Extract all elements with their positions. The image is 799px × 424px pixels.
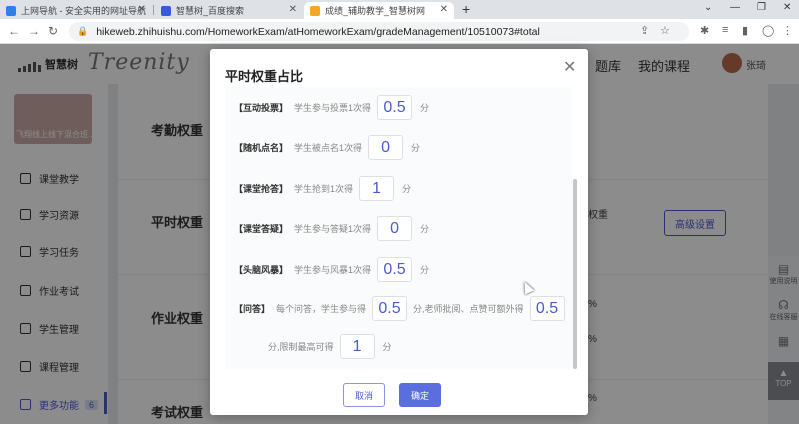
close-window-icon[interactable]: ✕	[783, 2, 791, 13]
tab-title: 智慧树_百度搜索	[176, 6, 245, 16]
minimize-icon[interactable]: —	[730, 2, 740, 13]
qa-participate-score-input[interactable]: 0.5	[372, 296, 408, 321]
lock-icon: 🔒	[77, 26, 89, 36]
weight-ratio-dialog: 平时权重占比 ✕ 【互动投票】 学生参与投票1次得 0.5 分 【随机点名】 学…	[210, 49, 588, 415]
rule-desc: 学生参与投票1次得	[294, 103, 372, 113]
rule-name: 【问答】	[234, 304, 271, 314]
back-icon[interactable]: ←	[8, 24, 20, 38]
rule-name: 【随机点名】	[234, 143, 289, 153]
tab-divider	[153, 5, 154, 15]
brainstorm-score-input[interactable]: 0.5	[377, 257, 413, 282]
rule-name: 【课堂抢答】	[234, 184, 289, 194]
browser-tab-2[interactable]: 智慧树_百度搜索 ✕	[155, 2, 303, 19]
scrollbar-thumb[interactable]	[573, 179, 577, 369]
qa-session-score-input[interactable]: 0	[377, 216, 413, 241]
rule-desc: 学生参与答疑1次得	[294, 224, 372, 234]
bookmark-star-icon[interactable]: ☆	[660, 24, 670, 37]
tab-title: 成绩_辅助教学_智慧树网	[325, 6, 426, 16]
share-icon[interactable]: ⇪	[640, 24, 649, 37]
zhihuishu-favicon-icon	[310, 5, 320, 16]
reload-icon[interactable]: ↻	[48, 24, 58, 38]
new-tab-button[interactable]: +	[462, 1, 470, 17]
rule-row-quick-answer: 【课堂抢答】 学生抢到1次得 1 分	[234, 176, 411, 201]
rollcall-score-input[interactable]: 0	[368, 135, 404, 160]
tab-search-icon[interactable]: ⌄	[704, 2, 712, 13]
close-icon[interactable]: ✕	[289, 4, 297, 15]
rule-desc: 每个问答，学生参与得	[276, 304, 367, 314]
vote-score-input[interactable]: 0.5	[377, 95, 413, 120]
rule-desc: 分,限制最高可得	[268, 342, 334, 352]
site-favicon-icon	[6, 5, 16, 16]
reading-list-icon[interactable]: ≡	[722, 24, 728, 36]
url-input[interactable]: 🔒 hikeweb.zhihuishu.com/HomeworkExam/atH…	[69, 22, 689, 41]
dialog-scrollbar[interactable]	[573, 179, 578, 369]
quick-answer-score-input[interactable]: 1	[359, 176, 395, 201]
cancel-button[interactable]: 取消	[343, 383, 385, 407]
qa-max-score-input[interactable]: 1	[339, 334, 375, 359]
address-bar-row: ← → ↻ 🔒 hikeweb.zhihuishu.com/HomeworkEx…	[0, 19, 799, 44]
rule-row-brainstorm: 【头脑风暴】 学生参与风暴1次得 0.5 分	[234, 257, 429, 282]
rule-desc: 学生被点名1次得	[294, 143, 363, 153]
rule-desc: 学生参与风暴1次得	[294, 265, 372, 275]
close-icon[interactable]: ✕	[440, 4, 448, 15]
rule-name: 【课堂答疑】	[234, 224, 289, 234]
close-icon[interactable]: ✕	[138, 4, 146, 15]
unit-label: 分	[420, 265, 430, 275]
url-text: hikeweb.zhihuishu.com/HomeworkExam/atHom…	[96, 25, 540, 38]
baidu-favicon-icon	[161, 5, 171, 16]
rule-row-qa: 【问答】 每个问答，学生参与得 0.5 分,老师批阅、点赞可额外得 0.5	[234, 296, 565, 321]
rule-name: 【互动投票】	[234, 103, 289, 113]
profile-icon[interactable]: ◯	[762, 24, 774, 37]
rule-row-qa-limit: 分,限制最高可得 1 分	[268, 334, 392, 359]
rule-row-rollcall: 【随机点名】 学生被点名1次得 0 分	[234, 135, 420, 160]
forward-icon[interactable]: →	[28, 24, 40, 38]
extensions-icon[interactable]: ✱	[700, 24, 709, 37]
rule-desc: 学生抢到1次得	[294, 184, 354, 194]
confirm-button[interactable]: 确定	[399, 383, 441, 407]
unit-label: 分	[420, 224, 430, 234]
close-icon[interactable]: ✕	[563, 57, 576, 77]
unit-label: 分	[402, 184, 412, 194]
rule-name: 【头脑风暴】	[234, 265, 289, 275]
tab-title: 上网导航 - 安全实用的网址导航	[21, 6, 146, 16]
rule-row-vote: 【互动投票】 学生参与投票1次得 0.5 分	[234, 95, 429, 120]
browser-tab-1[interactable]: 上网导航 - 安全实用的网址导航 ✕	[0, 2, 152, 19]
unit-label: 分	[411, 143, 421, 153]
restore-icon[interactable]: ❐	[757, 2, 766, 13]
rule-desc-extra: 分,老师批阅、点赞可额外得	[413, 304, 524, 314]
side-panel-icon[interactable]: ▮	[742, 24, 748, 37]
unit-label: 分	[420, 103, 430, 113]
dialog-footer: 取消 确定	[210, 383, 588, 411]
browser-tab-bar: 上网导航 - 安全实用的网址导航 ✕ 智慧树_百度搜索 ✕ 成绩_辅助教学_智慧…	[0, 0, 799, 19]
unit-label: 分	[382, 342, 392, 352]
dialog-body: 【互动投票】 学生参与投票1次得 0.5 分 【随机点名】 学生被点名1次得 0…	[225, 87, 573, 369]
rule-row-qa-session: 【课堂答疑】 学生参与答疑1次得 0 分	[234, 216, 429, 241]
browser-tab-3[interactable]: 成绩_辅助教学_智慧树网 ✕	[304, 2, 454, 19]
qa-bonus-score-input[interactable]: 0.5	[529, 296, 565, 321]
menu-icon[interactable]: ⋮	[782, 24, 793, 37]
dialog-title: 平时权重占比	[225, 69, 304, 84]
